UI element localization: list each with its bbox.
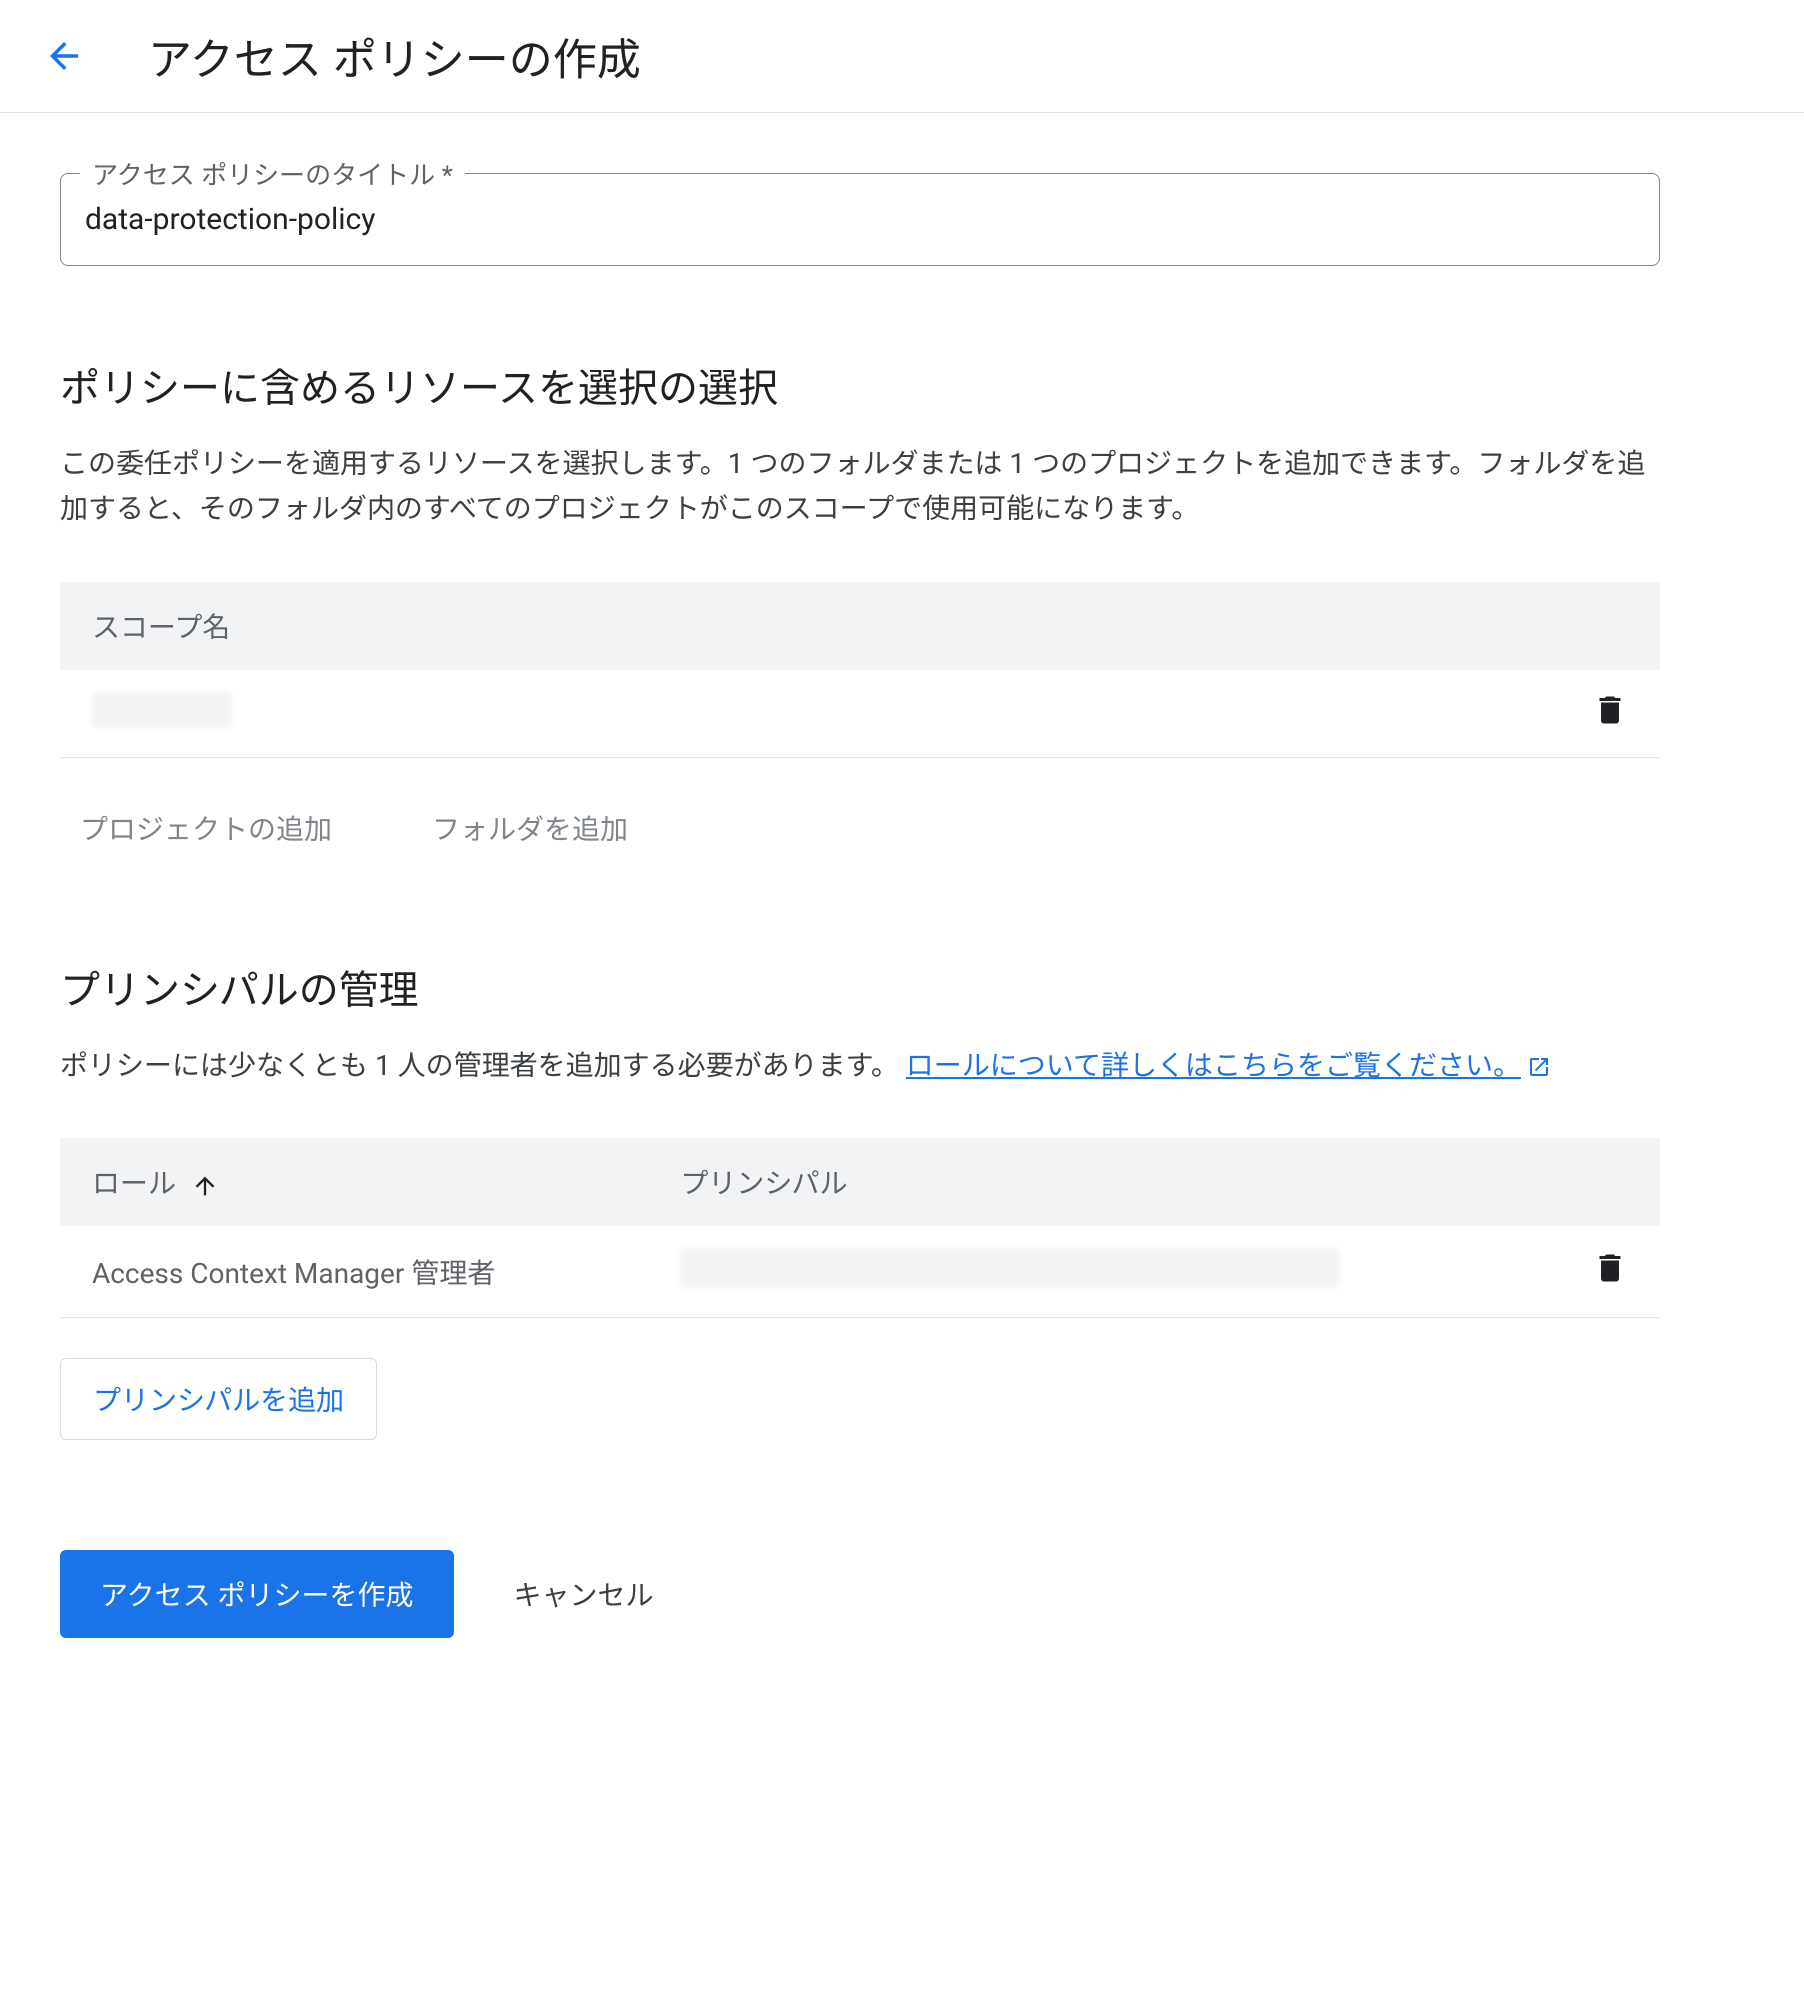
content-area: アクセス ポリシーのタイトル * ポリシーに含めるリソースを選択の選択 この委任… [0,113,1720,1718]
principal-row: Access Context Manager 管理者 [60,1226,1660,1318]
principals-heading: プリンシパルの管理 [60,958,1660,1016]
principals-table: ロール プリンシパル Access Context Manager 管理者 [60,1138,1660,1318]
external-link-icon [1527,1055,1551,1079]
role-column-header[interactable]: ロール [60,1138,648,1226]
roles-link-text: ロールについて詳しくはこちらをご覧ください。 [906,1049,1521,1082]
scope-name-column: スコープ名 [60,582,1560,670]
principal-role-cell: Access Context Manager 管理者 [60,1226,648,1318]
principals-description: ポリシーには少なくとも 1 人の管理者を追加する必要があります。 ロールについて… [60,1044,1660,1089]
resources-heading: ポリシーに含めるリソースを選択の選択 [60,356,1660,414]
trash-icon [1592,692,1628,728]
principals-section: プリンシパルの管理 ポリシーには少なくとも 1 人の管理者を追加する必要がありま… [60,958,1660,1441]
add-principal-button[interactable]: プリンシパルを追加 [60,1358,377,1440]
redacted-principal [680,1248,1340,1288]
add-project-button[interactable]: プロジェクトの追加 [80,808,332,848]
scope-table: スコープ名 [60,582,1660,758]
cancel-button[interactable]: キャンセル [514,1574,654,1614]
resources-section: ポリシーに含めるリソースを選択の選択 この委任ポリシーを適用するリソースを選択し… [60,356,1660,938]
scope-actions: プロジェクトの追加 フォルダを追加 [60,758,1660,938]
footer-actions: アクセス ポリシーを作成 キャンセル [60,1550,1660,1638]
sort-ascending-icon [191,1172,219,1200]
resources-description: この委任ポリシーを適用するリソースを選択します。1 つのフォルダまたは 1 つの… [60,442,1660,532]
principal-actions-column [1560,1138,1660,1226]
principal-name-cell [648,1226,1560,1318]
delete-principal-button[interactable] [1592,1250,1628,1286]
redacted-scope-name [92,692,232,728]
scope-name-cell [60,670,1560,758]
back-button[interactable] [40,32,88,80]
principals-table-header: ロール プリンシパル [60,1138,1660,1226]
trash-icon [1592,1250,1628,1286]
policy-title-field: アクセス ポリシーのタイトル * [60,173,1660,266]
page-header: アクセス ポリシーの作成 [0,0,1804,113]
principal-column-header[interactable]: プリンシパル [648,1138,1560,1226]
arrow-left-icon [43,35,85,77]
scope-row [60,670,1660,758]
create-policy-button[interactable]: アクセス ポリシーを作成 [60,1550,454,1638]
scope-table-header: スコープ名 [60,582,1660,670]
add-folder-button[interactable]: フォルダを追加 [432,808,628,848]
delete-scope-button[interactable] [1592,692,1628,728]
scope-actions-column [1560,582,1660,670]
roles-learn-more-link[interactable]: ロールについて詳しくはこちらをご覧ください。 [906,1049,1551,1082]
policy-title-label: アクセス ポリシーのタイトル * [80,155,465,192]
page-title: アクセス ポリシーの作成 [148,24,641,88]
role-column-label: ロール [92,1167,176,1200]
principals-desc-text: ポリシーには少なくとも 1 人の管理者を追加する必要があります。 [60,1049,899,1082]
